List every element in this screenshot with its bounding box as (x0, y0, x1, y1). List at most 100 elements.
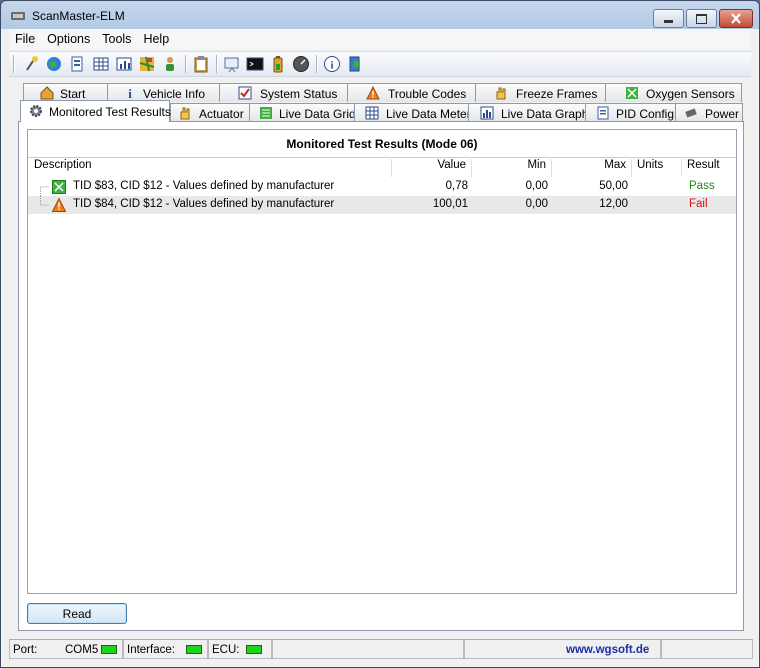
cell-result-fail: Fail (689, 198, 708, 210)
read-button[interactable]: Read (27, 603, 127, 624)
warning-icon (366, 86, 380, 100)
clipboard-icon[interactable] (192, 55, 210, 73)
tab-label: Live Data Meter (386, 107, 471, 121)
cell-min: 0,00 (525, 198, 548, 210)
tab-label: Trouble Codes (388, 87, 467, 101)
window-title: ScanMaster-ELM (32, 9, 125, 23)
status-ecu: ECU: (208, 639, 272, 659)
chart-icon[interactable] (115, 55, 133, 73)
info-icon[interactable]: i (323, 55, 341, 73)
panel-title: Monitored Test Results (Mode 06) (286, 137, 478, 151)
column-separator (551, 159, 552, 177)
svg-text:i: i (128, 86, 132, 100)
tab-monitored-test-results[interactable]: Monitored Test Results (20, 100, 171, 122)
warning-icon (52, 198, 66, 212)
column-units[interactable]: Units (637, 159, 663, 177)
cell-value: 0,78 (445, 180, 468, 192)
tab-label: System Status (260, 87, 338, 101)
column-result[interactable]: Result (687, 159, 720, 177)
tab-label: Live Data Graph (501, 107, 589, 121)
tab-live-data-graph[interactable]: Live Data Graph (468, 103, 589, 122)
column-separator (471, 159, 472, 177)
column-separator (681, 159, 682, 177)
tab-label: Power (705, 107, 740, 121)
gauge-icon[interactable] (292, 55, 310, 73)
column-value[interactable]: Value (396, 159, 466, 177)
toolbar-separator (316, 55, 318, 73)
tab-oxygen-sensors[interactable]: Oxygen Sensors (605, 83, 742, 102)
globe-icon[interactable] (45, 55, 63, 73)
table-row[interactable]: TID $83, CID $12 - Values defined by man… (28, 178, 736, 196)
tab-live-data-grid[interactable]: Live Data Grid (249, 103, 356, 122)
tab-pid-config[interactable]: PID Config (585, 103, 676, 122)
column-separator (391, 159, 392, 177)
tab-label: Monitored Test Results (49, 105, 171, 119)
tab-actuator[interactable]: Actuator (170, 103, 250, 122)
port-led (101, 645, 117, 654)
grid-icon[interactable] (92, 55, 110, 73)
port-value: COM5 (65, 644, 99, 656)
column-max[interactable]: Max (556, 159, 626, 177)
document-icon (597, 106, 609, 120)
exit-icon[interactable] (346, 55, 364, 73)
minimize-button[interactable] (653, 9, 684, 28)
table-row[interactable]: TID $84, CID $12 - Values defined by man… (28, 196, 736, 214)
svg-text:i: i (330, 60, 333, 72)
checklist-icon (238, 86, 252, 100)
hand-icon (180, 107, 190, 120)
connect-icon[interactable] (23, 55, 41, 73)
divider (28, 157, 736, 158)
tab-label: Actuator (199, 107, 244, 121)
maximize-icon (696, 14, 707, 24)
tab-label: Start (60, 87, 86, 101)
terminal-icon[interactable] (246, 55, 264, 73)
tab-live-data-meter[interactable]: Live Data Meter (354, 103, 471, 122)
tree-line (40, 196, 49, 206)
grid-icon (365, 106, 379, 120)
monitor-icon[interactable] (223, 55, 241, 73)
menu-options[interactable]: Options (41, 29, 96, 46)
close-icon (731, 13, 741, 24)
tab-panel: Monitored Test Results (Mode 06) Descrip… (18, 121, 744, 631)
cell-max: 12,00 (599, 198, 628, 210)
tab-power[interactable]: Power (675, 103, 743, 122)
status-empty (272, 639, 464, 659)
menu-tools[interactable]: Tools (96, 29, 137, 46)
tree-line (40, 186, 49, 196)
column-min[interactable]: Min (476, 159, 546, 177)
map-icon[interactable] (138, 55, 156, 73)
pass-icon (52, 180, 66, 194)
menu-file[interactable]: File (9, 29, 41, 46)
results-list: Monitored Test Results (Mode 06) Descrip… (27, 129, 737, 594)
tab-label: Vehicle Info (143, 87, 206, 101)
close-button[interactable] (719, 9, 753, 28)
website-link[interactable]: www.wgsoft.de (566, 644, 649, 656)
cell-description: TID $83, CID $12 - Values defined by man… (73, 180, 335, 192)
toolbar-separator (216, 55, 218, 73)
maximize-button[interactable] (686, 9, 717, 28)
battery-icon[interactable] (269, 55, 287, 73)
tab-system-status[interactable]: System Status (219, 83, 348, 102)
status-interface: Interface: (123, 639, 208, 659)
document-icon[interactable] (68, 55, 86, 73)
status-port: Port: COM5 (9, 639, 123, 659)
menu-help[interactable]: Help (137, 29, 175, 46)
tab-label: Live Data Grid (279, 107, 356, 121)
chart-icon (480, 106, 494, 120)
menu-bar: File Options Tools Help (9, 29, 751, 50)
column-description[interactable]: Description (34, 159, 92, 177)
cell-description: TID $84, CID $12 - Values defined by man… (73, 198, 335, 210)
toolbar-separator (185, 55, 187, 73)
toolbar: i (9, 51, 751, 77)
title-bar: ScanMaster-ELM (1, 1, 759, 29)
column-separator (631, 159, 632, 177)
app-window: ScanMaster-ELM File Options Tools Help i… (0, 0, 760, 668)
ecu-led (246, 645, 262, 654)
tab-trouble-codes[interactable]: Trouble Codes (347, 83, 476, 102)
person-icon[interactable] (161, 55, 179, 73)
list-icon (260, 107, 272, 119)
cell-value: 100,01 (432, 198, 468, 210)
gear-icon (30, 105, 42, 117)
interface-led (186, 645, 202, 654)
tab-freeze-frames[interactable]: Freeze Frames (475, 83, 606, 102)
